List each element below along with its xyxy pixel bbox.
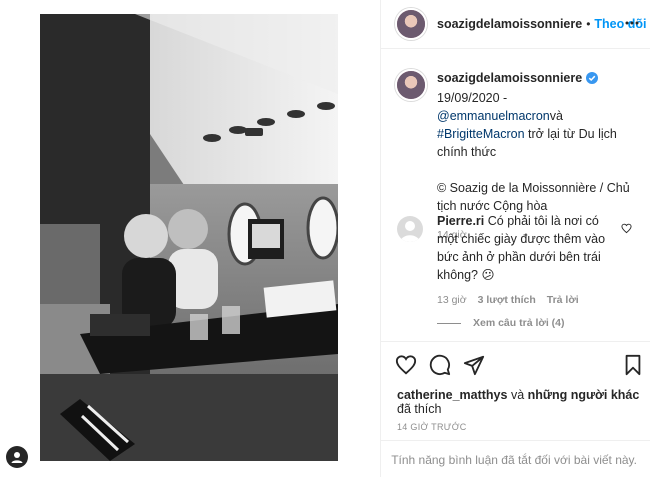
heart-icon[interactable] (395, 354, 417, 379)
caption-credit: © Soazig de la Moissonnière / Chủ tịch n… (437, 181, 630, 213)
bookmark-icon[interactable] (623, 354, 643, 379)
comments-section: soazigdelamoissonniere 19/09/2020 - @emm… (381, 49, 650, 337)
caption-date: 19/09/2020 - (437, 91, 508, 105)
liked-by: catherine_matthys và những người khác đã… (397, 388, 639, 416)
verified-badge-icon (585, 71, 598, 89)
view-replies-label[interactable]: Xem câu trả lời (4) (473, 317, 565, 329)
post-side-panel: soazigdelamoissonniere • Theo dõi soazig… (380, 0, 650, 477)
share-icon[interactable] (463, 354, 485, 379)
reply-button[interactable]: Trả lời (547, 294, 579, 306)
liked-by-others[interactable]: những người khác (528, 388, 640, 402)
hashtag-link[interactable]: #BrigitteMacron (437, 127, 525, 141)
media-area (0, 0, 380, 477)
instagram-post-modal: soazigdelamoissonniere • Theo dõi soazig… (0, 0, 650, 477)
author-avatar[interactable] (395, 8, 427, 40)
mention-link[interactable]: @emmanuelmacron (437, 109, 550, 123)
liked-by-and: và (507, 388, 528, 402)
replies-line (437, 322, 461, 324)
more-options-icon[interactable] (625, 16, 639, 33)
liked-by-user[interactable]: catherine_matthys (397, 388, 507, 402)
photo-illustration (40, 14, 338, 461)
comment-likes[interactable]: 3 lượt thích (478, 294, 536, 306)
comments-disabled-text: Tính năng bình luận đã tắt đối với bài v… (391, 452, 637, 467)
post-photo[interactable] (40, 14, 338, 461)
separator-dot: • (586, 17, 591, 31)
author-username[interactable]: soazigdelamoissonniere (437, 17, 582, 31)
caption-avatar[interactable] (395, 69, 427, 101)
post-header: soazigdelamoissonniere • Theo dõi (381, 0, 650, 49)
mention-suffix: và (549, 109, 563, 123)
liked-suffix: đã thích (397, 402, 442, 416)
comment-emoji: 😕 (481, 268, 495, 282)
action-bar: catherine_matthys và những người khác đã… (381, 341, 650, 478)
comment-username[interactable]: Pierre.ri (437, 214, 484, 228)
comment: Pierre.ri Có phải tôi là nơi có một chiế… (437, 212, 615, 306)
caption-username[interactable]: soazigdelamoissonniere (437, 71, 582, 85)
commenter-avatar[interactable] (397, 216, 423, 242)
comments-disabled-notice: Tính năng bình luận đã tắt đối với bài v… (381, 440, 650, 478)
comment-time[interactable]: 13 giờ (437, 294, 467, 306)
comment-heart-icon[interactable] (621, 223, 632, 237)
view-replies[interactable]: Xem câu trả lời (4) (437, 317, 565, 329)
user-icon[interactable] (6, 446, 28, 468)
post-timestamp[interactable]: 14 GIỜ TRƯỚC (397, 422, 467, 432)
comment-icon[interactable] (429, 354, 451, 379)
